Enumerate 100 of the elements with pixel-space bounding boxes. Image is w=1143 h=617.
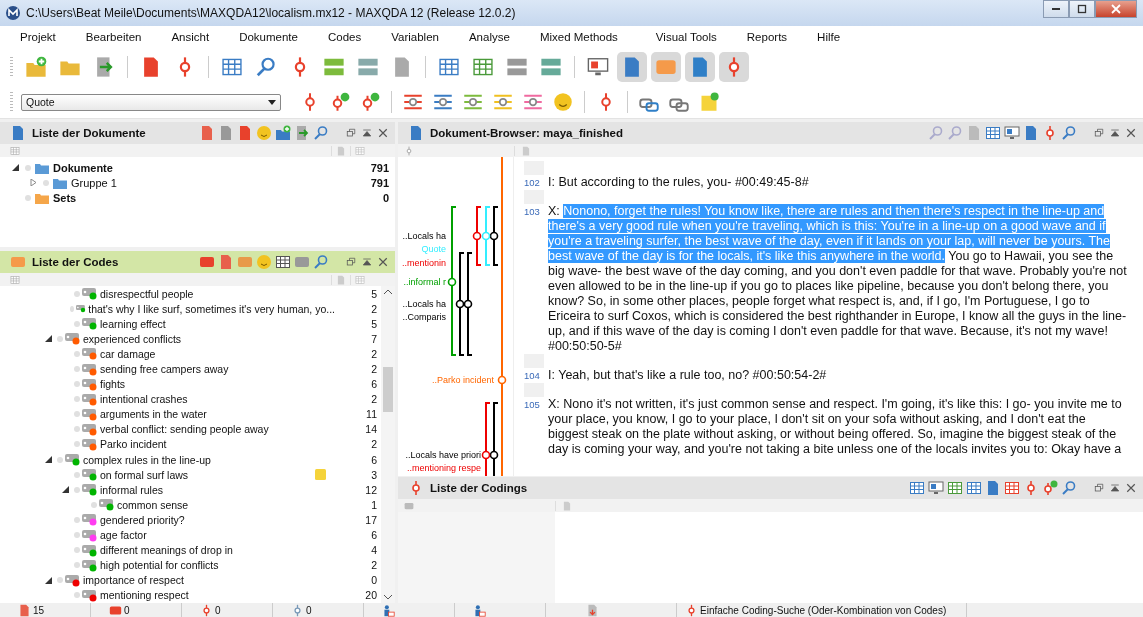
- code-item[interactable]: intentional crashes: [100, 393, 188, 406]
- coding-label[interactable]: ..Locals ha: [402, 298, 446, 310]
- expand-toggle-icon[interactable]: [62, 486, 69, 494]
- pin-icon[interactable]: [361, 256, 373, 268]
- note-add-icon[interactable]: [699, 92, 719, 112]
- code-item[interactable]: mentioning respect: [100, 589, 189, 602]
- document-icon[interactable]: [218, 254, 234, 270]
- code-item[interactable]: experienced conflicts: [83, 332, 182, 345]
- close-icon[interactable]: [377, 127, 389, 139]
- code-item[interactable]: learning effect: [100, 317, 166, 330]
- menu-item[interactable]: Projekt: [20, 31, 56, 43]
- tree-item[interactable]: Dokumente: [53, 161, 113, 174]
- restore-icon[interactable]: [345, 127, 357, 139]
- code-item[interactable]: age factor: [100, 529, 147, 542]
- pin-icon[interactable]: [1109, 482, 1121, 494]
- menu-item[interactable]: Visual Tools: [655, 31, 717, 43]
- scroll-thumb[interactable]: [383, 367, 393, 412]
- monitor-icon[interactable]: [1004, 125, 1020, 141]
- expand-toggle-icon[interactable]: [45, 335, 52, 343]
- coding-stripe[interactable]: [463, 252, 473, 356]
- menu-item[interactable]: Ansicht: [171, 31, 210, 43]
- document-icon[interactable]: [237, 125, 253, 141]
- toolbar-button[interactable]: [719, 52, 749, 82]
- code-item[interactable]: sending free campers away: [100, 363, 229, 375]
- coding-label[interactable]: ..informal r: [403, 276, 446, 288]
- expand-toggle-icon[interactable]: [45, 576, 52, 584]
- document-icon[interactable]: [199, 125, 215, 141]
- coding-label[interactable]: ..Locals ha: [402, 230, 446, 242]
- table-icon[interactable]: [966, 480, 982, 496]
- document-icon[interactable]: [1023, 125, 1039, 141]
- code-item[interactable]: car damage: [100, 347, 156, 360]
- menu-item[interactable]: Reports: [746, 31, 788, 43]
- scrollbar[interactable]: [381, 286, 395, 603]
- toolbar-button[interactable]: [617, 52, 647, 82]
- pin-icon[interactable]: [361, 127, 373, 139]
- table-icon[interactable]: [947, 480, 963, 496]
- restore-icon[interactable]: [1093, 127, 1105, 139]
- close-button[interactable]: [1095, 0, 1137, 18]
- menu-item[interactable]: Hilfe: [817, 31, 841, 43]
- code-add-icon[interactable]: [360, 92, 380, 112]
- code-item[interactable]: arguments in the water: [100, 408, 207, 421]
- expand-toggle-icon[interactable]: [30, 179, 37, 186]
- code-item[interactable]: that's why I like surf, sometimes it's very human, yo...: [88, 302, 335, 315]
- table-icon[interactable]: [1004, 480, 1020, 496]
- menu-item[interactable]: Dokumente: [239, 31, 298, 43]
- import-icon[interactable]: [294, 125, 310, 141]
- code-item[interactable]: complex rules in the line-up: [83, 453, 211, 466]
- maximize-button[interactable]: [1069, 0, 1095, 18]
- smiley-icon[interactable]: [553, 92, 573, 112]
- pin-icon[interactable]: [1109, 127, 1121, 139]
- toolbar-button[interactable]: [685, 52, 715, 82]
- code-add-icon[interactable]: [330, 92, 350, 112]
- code-item[interactable]: high potential for conflicts: [100, 559, 219, 572]
- close-icon[interactable]: [1125, 127, 1137, 139]
- code-item[interactable]: Parko incident: [100, 438, 167, 451]
- filter-icon[interactable]: [403, 92, 423, 112]
- table-icon[interactable]: [275, 254, 291, 270]
- coding-stripe[interactable]: [489, 206, 499, 266]
- monitor-icon[interactable]: [928, 480, 944, 496]
- code-add-icon[interactable]: [1042, 480, 1058, 496]
- tree-item[interactable]: Gruppe 1: [71, 176, 117, 189]
- style-dropdown[interactable]: Quote: [21, 93, 281, 111]
- menu-item[interactable]: Analyse: [468, 31, 510, 43]
- code-item[interactable]: informal rules: [100, 483, 164, 496]
- search-icon[interactable]: [313, 254, 329, 270]
- filter-icon[interactable]: [463, 92, 483, 112]
- code-item[interactable]: common sense: [117, 498, 189, 511]
- filter-icon[interactable]: [433, 92, 453, 112]
- coding-label[interactable]: ..mentioning respe: [406, 462, 481, 474]
- tree-item[interactable]: Sets: [53, 191, 77, 204]
- scroll-down-icon[interactable]: [384, 594, 392, 600]
- coding-label[interactable]: ..mentionin: [401, 257, 446, 269]
- close-icon[interactable]: [1125, 482, 1137, 494]
- expand-toggle-icon[interactable]: [45, 456, 52, 464]
- search-icon[interactable]: [1061, 125, 1077, 141]
- table-icon[interactable]: [985, 125, 1001, 141]
- coding-stripe[interactable]: [489, 402, 499, 476]
- expand-toggle-icon[interactable]: [12, 164, 19, 171]
- scroll-up-icon[interactable]: [384, 289, 392, 295]
- menu-item[interactable]: Bearbeiten: [85, 31, 142, 43]
- close-icon[interactable]: [377, 256, 389, 268]
- coding-label[interactable]: ..Locals have priori: [405, 449, 481, 461]
- code-item[interactable]: disrespectful people: [100, 287, 194, 300]
- table-icon[interactable]: [909, 480, 925, 496]
- folder-add-icon[interactable]: [275, 125, 291, 141]
- menu-item[interactable]: Variablen: [391, 31, 439, 43]
- filter-icon[interactable]: [523, 92, 543, 112]
- code-item[interactable]: different meanings of drop in: [100, 544, 233, 557]
- document-icon[interactable]: [218, 125, 234, 141]
- search-icon[interactable]: [1061, 480, 1077, 496]
- filter-icon[interactable]: [493, 92, 513, 112]
- code-item[interactable]: gendered priority?: [100, 513, 185, 526]
- menu-item[interactable]: Codes: [327, 31, 362, 43]
- minimize-button[interactable]: [1043, 0, 1069, 18]
- menu-item[interactable]: Mixed Methods: [539, 31, 618, 43]
- code-item[interactable]: fights: [100, 378, 126, 391]
- code-item[interactable]: on formal surf laws: [100, 468, 189, 481]
- restore-icon[interactable]: [345, 256, 357, 268]
- code-item[interactable]: importance of respect: [83, 574, 184, 587]
- code-item[interactable]: verbal conflict: sending people away: [100, 423, 269, 436]
